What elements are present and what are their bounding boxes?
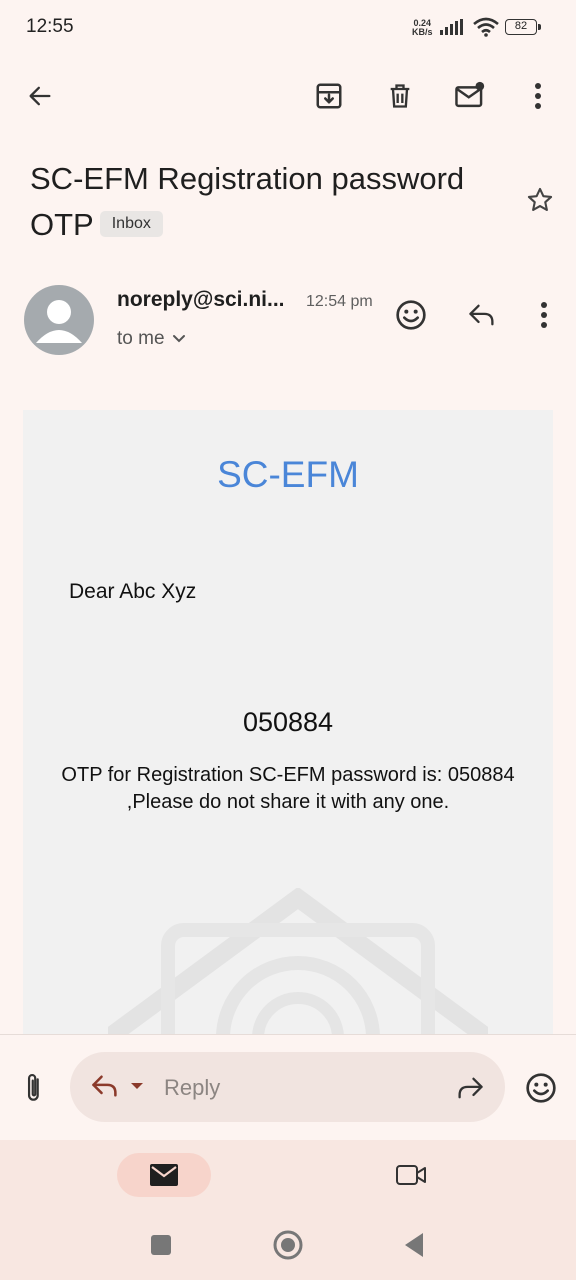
battery-indicator: 82 (505, 19, 541, 35)
emoji-icon (395, 299, 427, 331)
mail-unread-icon (454, 81, 486, 111)
more-options-button[interactable] (514, 72, 562, 120)
avatar[interactable] (24, 285, 94, 355)
archive-icon (314, 81, 344, 111)
sender-name[interactable]: noreply@sci.ni... (117, 288, 285, 312)
forward-icon (455, 1075, 485, 1101)
system-back-button[interactable] (390, 1221, 438, 1269)
star-button[interactable] (516, 176, 564, 224)
archive-button[interactable] (305, 72, 353, 120)
signal-icon (440, 19, 466, 35)
reply-emoji-button[interactable] (517, 1064, 565, 1112)
reply-button[interactable] (458, 291, 506, 339)
chevron-down-icon (171, 333, 187, 345)
message-more-button[interactable] (520, 291, 568, 339)
paperclip-icon (23, 1072, 45, 1104)
watermark-logo (108, 888, 488, 1034)
home-button[interactable] (264, 1221, 312, 1269)
status-time: 12:55 (26, 16, 74, 37)
attach-button[interactable] (10, 1064, 58, 1112)
more-vertical-icon (534, 83, 542, 109)
network-speed-unit: KB/s (412, 27, 433, 37)
inbox-label-chip[interactable]: Inbox (99, 210, 163, 237)
recents-button[interactable] (137, 1221, 185, 1269)
nav-mail-tab[interactable] (117, 1153, 211, 1197)
recipient-text: to me (117, 328, 165, 349)
mark-unread-button[interactable] (446, 72, 494, 120)
forward-button[interactable] (446, 1064, 494, 1112)
star-outline-icon (526, 186, 554, 214)
trash-icon (386, 81, 414, 111)
recents-icon (150, 1234, 172, 1256)
otp-code: 050884 (242, 707, 334, 737)
back-button[interactable] (16, 72, 64, 120)
more-vertical-icon (540, 302, 548, 328)
greeting-text: Dear Abc Xyz (69, 580, 197, 603)
mail-icon (149, 1163, 179, 1187)
reply-type-dropdown[interactable] (90, 1073, 144, 1099)
email-body-card: SC-EFM Dear Abc Xyz 050884 OTP for Regis… (23, 410, 553, 1034)
subject-text: SC-EFM Registration password OTP (30, 161, 465, 242)
otp-message: OTP for Registration SC-EFM password is:… (61, 764, 515, 813)
email-subject: SC-EFM Registration password OTP Inbox (30, 156, 500, 248)
arrow-left-icon (26, 82, 54, 110)
reply-placeholder[interactable]: Reply (164, 1075, 220, 1101)
brand-heading: SC-EFM (217, 454, 359, 495)
nav-meet-tab[interactable] (387, 1151, 435, 1199)
back-icon (403, 1232, 425, 1258)
delete-button[interactable] (376, 72, 424, 120)
home-icon (273, 1230, 303, 1260)
reply-icon (90, 1073, 120, 1099)
recipient-toggle[interactable]: to me (117, 328, 187, 350)
emoji-icon (525, 1072, 557, 1104)
network-speed: 0.24 KB/s (412, 19, 433, 37)
video-icon (395, 1163, 427, 1187)
react-emoji-button[interactable] (387, 291, 435, 339)
caret-down-icon (130, 1081, 144, 1091)
reply-icon (467, 302, 497, 328)
sender-time: 12:54 pm (306, 293, 373, 310)
wifi-icon (473, 17, 499, 37)
